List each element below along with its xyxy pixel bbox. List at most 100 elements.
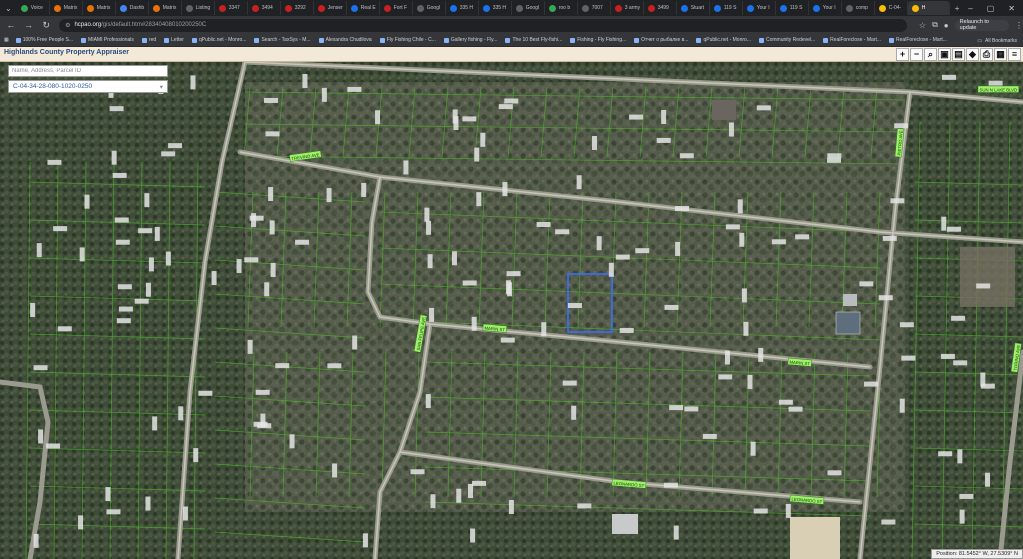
tab-favicon-icon bbox=[20, 4, 28, 12]
tab-label: 7007 bbox=[591, 5, 603, 11]
lot-number-label bbox=[268, 187, 274, 202]
lot-number-label bbox=[894, 123, 909, 129]
all-bookmarks-button[interactable]: ▭ All Bookmarks bbox=[971, 34, 1017, 47]
relaunch-button[interactable]: Relaunch to update bbox=[954, 19, 1009, 31]
browser-tab[interactable]: Your I bbox=[809, 1, 842, 15]
browser-tab[interactable]: 7007 bbox=[578, 1, 611, 15]
bookmark-item[interactable]: qPublic.net - Monro... bbox=[191, 37, 246, 43]
browser-tab[interactable]: 119 S bbox=[710, 1, 743, 15]
bookmark-favicon-icon bbox=[889, 37, 895, 43]
browser-tab[interactable]: 3 army bbox=[611, 1, 644, 15]
lot-number-label bbox=[30, 302, 36, 317]
bookmark-item[interactable]: The 10 Best Fly-fishi... bbox=[505, 37, 562, 43]
browser-tab[interactable]: Googl bbox=[512, 1, 545, 15]
browser-tab[interactable]: C-04- bbox=[875, 1, 908, 15]
browser-tab[interactable]: comp bbox=[842, 1, 875, 15]
close-icon[interactable]: ✕ bbox=[1008, 4, 1015, 13]
bookmark-item[interactable]: Letter bbox=[164, 37, 184, 43]
lot-number-label bbox=[452, 109, 458, 124]
lot-number-label bbox=[260, 413, 266, 428]
measure-icon[interactable]: ◆ bbox=[966, 48, 979, 61]
lot-number-label bbox=[115, 239, 130, 245]
bookmark-item[interactable]: Fishing - Fly Fishing... bbox=[570, 37, 626, 43]
bookmark-item[interactable]: red bbox=[141, 37, 156, 43]
browser-tab[interactable]: Your I bbox=[743, 1, 776, 15]
layer-icon[interactable]: ▣ bbox=[938, 48, 951, 61]
browser-tab[interactable]: Dashb bbox=[116, 1, 149, 15]
bookmark-item[interactable]: Fly Fishing Chile - C... bbox=[379, 37, 436, 43]
browser-tab[interactable]: Listing bbox=[182, 1, 215, 15]
browser-tab[interactable]: 3494 bbox=[248, 1, 281, 15]
lot-number-label bbox=[500, 337, 515, 343]
bookmark-item[interactable]: Search - TaxSys - M... bbox=[254, 37, 311, 43]
parcel-select[interactable]: C-04-34-28-080-1020-0250 ▾ bbox=[8, 80, 168, 93]
browser-tab[interactable]: Matrix bbox=[149, 1, 182, 15]
lot-number-label bbox=[901, 355, 916, 361]
extensions-icon[interactable]: ⧉ bbox=[932, 20, 938, 30]
lot-number-label bbox=[899, 398, 905, 413]
coordinate-readout: Position: 81.5452° W, 27.5309° N bbox=[931, 549, 1023, 559]
bookmark-item[interactable]: RealForeclose - Mart... bbox=[889, 37, 947, 43]
url-field[interactable]: ⚙ hcpao.org/gis/default.htm#283404080102… bbox=[59, 18, 907, 32]
lot-number-label bbox=[878, 295, 893, 301]
apps-icon[interactable]: ▦ bbox=[4, 37, 9, 43]
bookmark-item[interactable]: RealForeclose - Mart... bbox=[823, 37, 881, 43]
forward-icon[interactable]: → bbox=[24, 20, 34, 30]
bookmark-item[interactable]: Alexandra Chudilova bbox=[318, 37, 372, 43]
parcel-map[interactable]: TREVINO AVE MARIN ST MARIN ST LEONARDO ST LE… bbox=[0, 62, 1023, 559]
browser-tab[interactable]: 3292 bbox=[281, 1, 314, 15]
browser-tab[interactable]: Googl bbox=[413, 1, 446, 15]
browser-menu-icon[interactable]: ⋮ bbox=[1015, 21, 1023, 30]
browser-tab[interactable]: Matrix bbox=[83, 1, 116, 15]
browser-tab[interactable]: Real E bbox=[347, 1, 380, 15]
lot-number-label bbox=[327, 363, 342, 369]
bookmark-favicon-icon bbox=[191, 37, 197, 43]
lot-number-label bbox=[675, 241, 681, 256]
browser-tab[interactable]: 335 H bbox=[479, 1, 512, 15]
browser-tab[interactable]: Fort F bbox=[380, 1, 413, 15]
lot-number-label bbox=[36, 243, 42, 258]
browser-tab[interactable]: 3347 bbox=[215, 1, 248, 15]
lot-number-label bbox=[106, 509, 121, 515]
maximize-icon[interactable]: ▢ bbox=[987, 4, 995, 13]
site-info-icon[interactable]: ⚙ bbox=[65, 22, 70, 29]
profile-icon[interactable]: ● bbox=[944, 21, 949, 30]
browser-tab[interactable]: Matrix bbox=[50, 1, 83, 15]
browser-tab[interactable]: 335 H bbox=[446, 1, 479, 15]
new-tab-icon[interactable]: + bbox=[950, 4, 965, 13]
lot-number-label bbox=[38, 429, 44, 444]
bookmark-item[interactable]: MIAMI Professionals bbox=[81, 37, 134, 43]
lot-number-label bbox=[567, 303, 582, 309]
bookmark-item[interactable]: 100% Free People S... bbox=[15, 37, 73, 43]
lot-number-label bbox=[788, 406, 803, 412]
zoom-box-icon[interactable]: ⌕ bbox=[924, 48, 937, 61]
bookmark-item[interactable]: Отчет о рыбалке в... bbox=[634, 37, 688, 43]
menu-icon[interactable]: ≡ bbox=[1008, 48, 1021, 61]
lot-number-label bbox=[669, 405, 684, 411]
browser-tab[interactable]: 3499 bbox=[644, 1, 677, 15]
bookmark-star-icon[interactable]: ☆ bbox=[919, 21, 926, 30]
reload-icon[interactable]: ↻ bbox=[41, 20, 51, 31]
browser-tab[interactable]: 119 S bbox=[776, 1, 809, 15]
lot-number-label bbox=[562, 380, 577, 386]
aerial-icon[interactable]: ▦ bbox=[994, 48, 1007, 61]
browser-tab[interactable]: Voice bbox=[17, 1, 50, 15]
browser-tab[interactable]: Jenser bbox=[314, 1, 347, 15]
bookmark-item[interactable]: Gallery fishing - Fly... bbox=[443, 37, 498, 43]
search-input[interactable] bbox=[8, 65, 168, 77]
browser-tab[interactable]: Stuart bbox=[677, 1, 710, 15]
browser-tab[interactable]: roo b bbox=[545, 1, 578, 15]
tab-search-icon[interactable]: ⌄ bbox=[0, 4, 17, 13]
zoom-out-icon[interactable]: − bbox=[910, 48, 923, 61]
bookmark-item[interactable]: Community Redevel... bbox=[758, 37, 815, 43]
bookmark-item[interactable]: qPublic.net - Monro... bbox=[696, 37, 751, 43]
aerial-map-canvas[interactable]: TREVINO AVEMARIN STMARIN STLEONARDO STLE… bbox=[0, 62, 1023, 559]
lot-number-label bbox=[635, 248, 650, 254]
minimize-icon[interactable]: – bbox=[968, 4, 972, 13]
zoom-in-icon[interactable]: + bbox=[896, 48, 909, 61]
identify-icon[interactable]: ▤ bbox=[952, 48, 965, 61]
print-icon[interactable]: ⎙ bbox=[980, 48, 993, 61]
back-icon[interactable]: ← bbox=[6, 20, 16, 30]
bookmark-label: Gallery fishing - Fly... bbox=[450, 37, 498, 43]
browser-tab[interactable]: H bbox=[907, 1, 950, 15]
